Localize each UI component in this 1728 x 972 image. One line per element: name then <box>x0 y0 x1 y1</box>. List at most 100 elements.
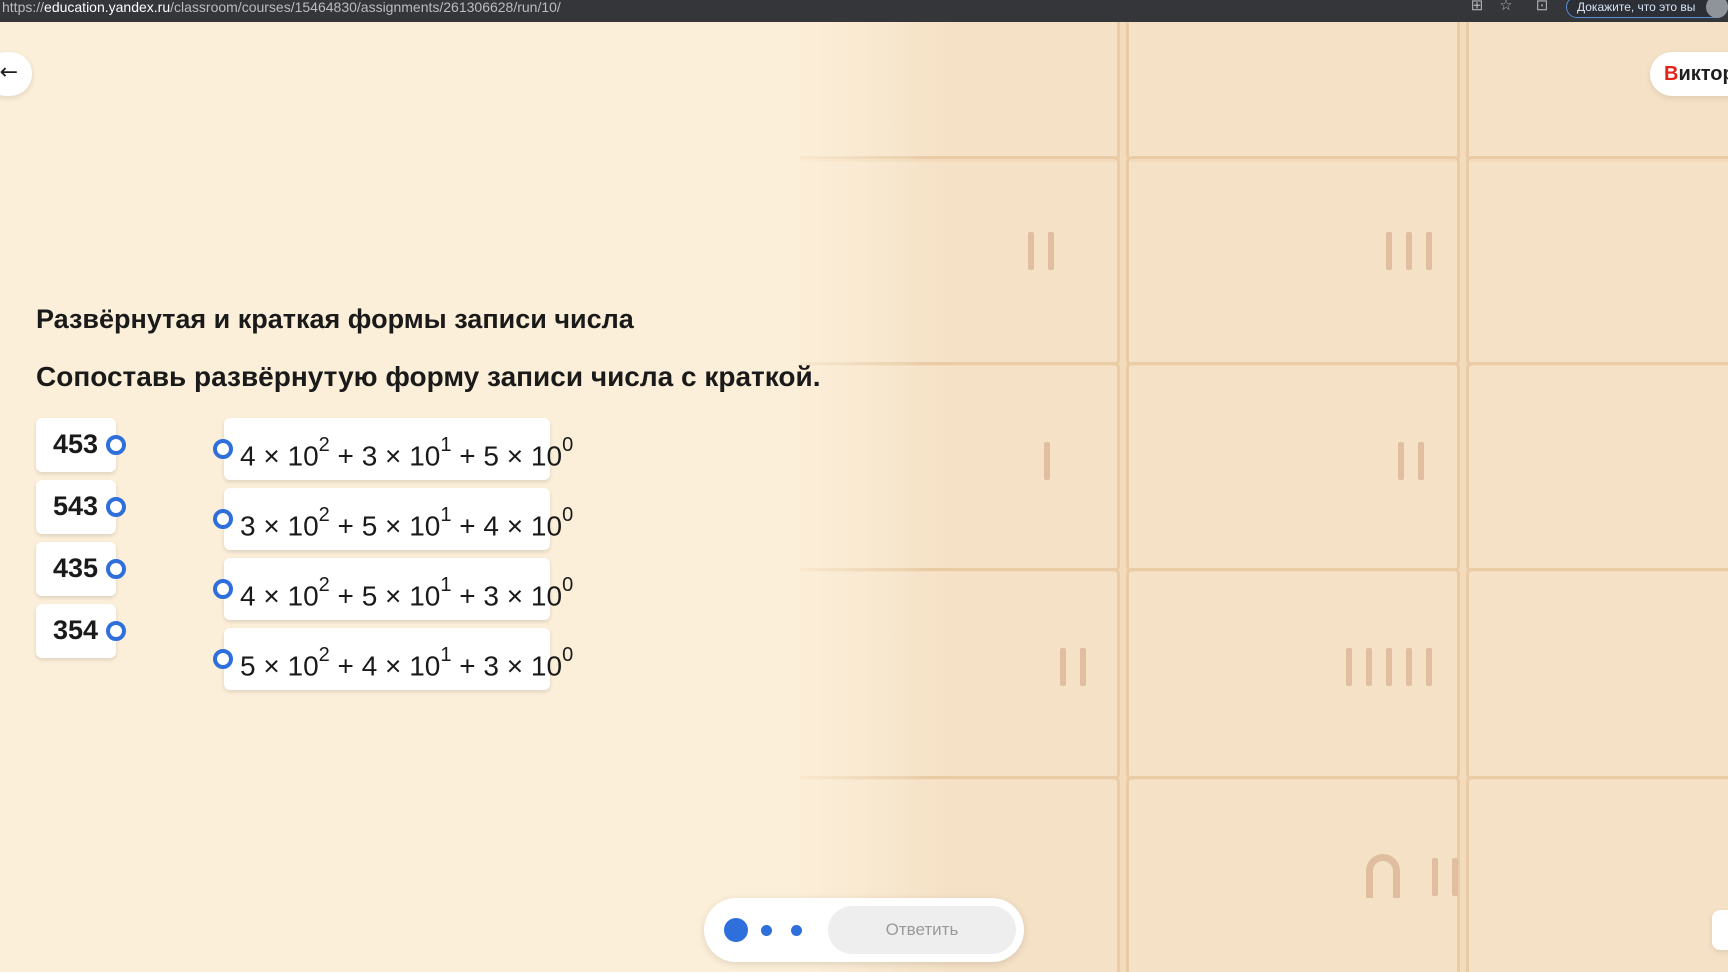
times-sign: × <box>255 650 288 682</box>
expanded-form-card[interactable]: 4 × 102 + 3 × 101 + 5 × 100 <box>224 418 573 480</box>
wall-brick <box>1466 568 1728 780</box>
short-form-card[interactable]: 354 <box>36 604 116 658</box>
plus-sign: + <box>451 510 484 542</box>
base-ten: 10 <box>409 650 441 682</box>
times-sign: × <box>377 510 410 542</box>
expanded-form-card[interactable]: 5 × 102 + 4 × 101 + 3 × 100 <box>224 628 573 690</box>
digit-tens: 5 <box>361 510 378 542</box>
short-form-value: 435 <box>53 553 99 583</box>
browser-address-bar: https://education.yandex.ru/classroom/co… <box>0 0 1728 22</box>
connector-dot[interactable] <box>213 579 233 599</box>
times-sign: × <box>377 650 410 682</box>
connector-dot[interactable] <box>213 439 233 459</box>
url-host: education.yandex.ru <box>44 0 171 15</box>
plus-sign: + <box>451 580 484 612</box>
wall-brick <box>1466 776 1728 972</box>
progress-dot-active[interactable] <box>724 918 748 942</box>
times-sign: × <box>377 440 410 472</box>
times-sign: × <box>255 510 288 542</box>
digit-tens: 5 <box>361 580 378 612</box>
url-prefix: https:// <box>2 0 45 15</box>
digit-tens: 3 <box>361 440 378 472</box>
short-form-card[interactable]: 453 <box>36 418 116 472</box>
times-sign: × <box>498 580 531 612</box>
exponent: 0 <box>562 434 574 456</box>
connector-dot[interactable] <box>106 435 126 455</box>
base-ten: 10 <box>530 440 563 472</box>
exponent: 2 <box>318 504 330 526</box>
base-ten: 10 <box>409 510 441 542</box>
exponent: 1 <box>440 504 452 526</box>
side-panel-tab[interactable] <box>1712 910 1728 950</box>
connector-dot[interactable] <box>106 621 126 641</box>
tally-marks <box>1386 232 1432 270</box>
digit-hundreds: 4 <box>240 440 256 472</box>
base-ten: 10 <box>287 580 319 612</box>
plus-sign: + <box>329 650 362 682</box>
plus-sign: + <box>451 650 484 682</box>
background-fade <box>770 22 930 972</box>
wall-brick <box>1466 156 1728 366</box>
exponent: 0 <box>562 504 574 526</box>
plus-sign: + <box>451 440 484 472</box>
bottom-action-bar: Ответить <box>704 898 1024 962</box>
digit-tens: 4 <box>361 650 378 682</box>
back-button[interactable]: ← <box>0 52 32 96</box>
bookmark-star-icon[interactable]: ☆ <box>1497 0 1515 14</box>
digit-ones: 3 <box>483 580 499 612</box>
answer-button[interactable]: Ответить <box>828 906 1016 954</box>
tally-marks <box>1398 442 1424 480</box>
arrow-left-icon: ← <box>0 60 18 85</box>
progress-dot[interactable] <box>791 925 802 936</box>
prove-label: Докажите, что это вы <box>1577 0 1696 14</box>
base-ten: 10 <box>530 650 563 682</box>
short-form-card[interactable]: 543 <box>36 480 116 534</box>
base-ten: 10 <box>409 440 441 472</box>
expanded-form-card[interactable]: 3 × 102 + 5 × 101 + 4 × 100 <box>224 488 573 550</box>
connector-dot[interactable] <box>213 649 233 669</box>
times-sign: × <box>498 440 531 472</box>
task-instruction: Сопоставь развёрнутую форму записи числа… <box>36 361 821 392</box>
exponent: 1 <box>440 434 452 456</box>
url-field[interactable]: https://education.yandex.ru/classroom/co… <box>2 0 561 14</box>
connector-dot[interactable] <box>106 559 126 579</box>
progress-dot[interactable] <box>761 925 772 936</box>
plus-sign: + <box>329 510 362 542</box>
times-sign: × <box>498 510 531 542</box>
wall-brick <box>1126 776 1460 972</box>
user-initial: В <box>1664 63 1679 85</box>
background-wall <box>800 22 1728 972</box>
base-ten: 10 <box>530 510 563 542</box>
tally-marks <box>1028 232 1054 270</box>
exponent: 1 <box>440 574 452 596</box>
times-sign: × <box>255 580 288 612</box>
exponent: 0 <box>562 644 574 666</box>
profile-avatar[interactable] <box>1706 0 1728 18</box>
exponent: 0 <box>562 574 574 596</box>
wall-brick <box>1126 22 1460 162</box>
digit-ones: 5 <box>483 440 499 472</box>
install-app-icon[interactable]: ⊞ <box>1468 0 1486 14</box>
short-form-value: 543 <box>53 491 99 521</box>
exponent: 2 <box>318 434 330 456</box>
extension-icon[interactable]: ⊡ <box>1533 0 1551 14</box>
digit-hundreds: 3 <box>240 510 256 542</box>
prove-identity-button[interactable]: Докажите, что это вы <box>1566 0 1728 18</box>
digit-hundreds: 5 <box>240 650 256 682</box>
base-ten: 10 <box>287 650 319 682</box>
base-ten: 10 <box>287 510 319 542</box>
short-form-card[interactable]: 435 <box>36 542 116 596</box>
connector-dot[interactable] <box>106 497 126 517</box>
base-ten: 10 <box>409 580 441 612</box>
connector-dot[interactable] <box>213 509 233 529</box>
url-path: /classroom/courses/15464830/assignments/… <box>170 0 561 15</box>
arch-mark <box>1366 854 1400 898</box>
user-name-button[interactable]: Виктор <box>1650 52 1728 96</box>
times-sign: × <box>255 440 288 472</box>
short-form-value: 453 <box>53 429 99 459</box>
tally-marks <box>1060 648 1086 686</box>
expanded-form-card[interactable]: 4 × 102 + 5 × 101 + 3 × 100 <box>224 558 573 620</box>
digit-hundreds: 4 <box>240 580 256 612</box>
times-sign: × <box>498 650 531 682</box>
exponent: 1 <box>440 644 452 666</box>
